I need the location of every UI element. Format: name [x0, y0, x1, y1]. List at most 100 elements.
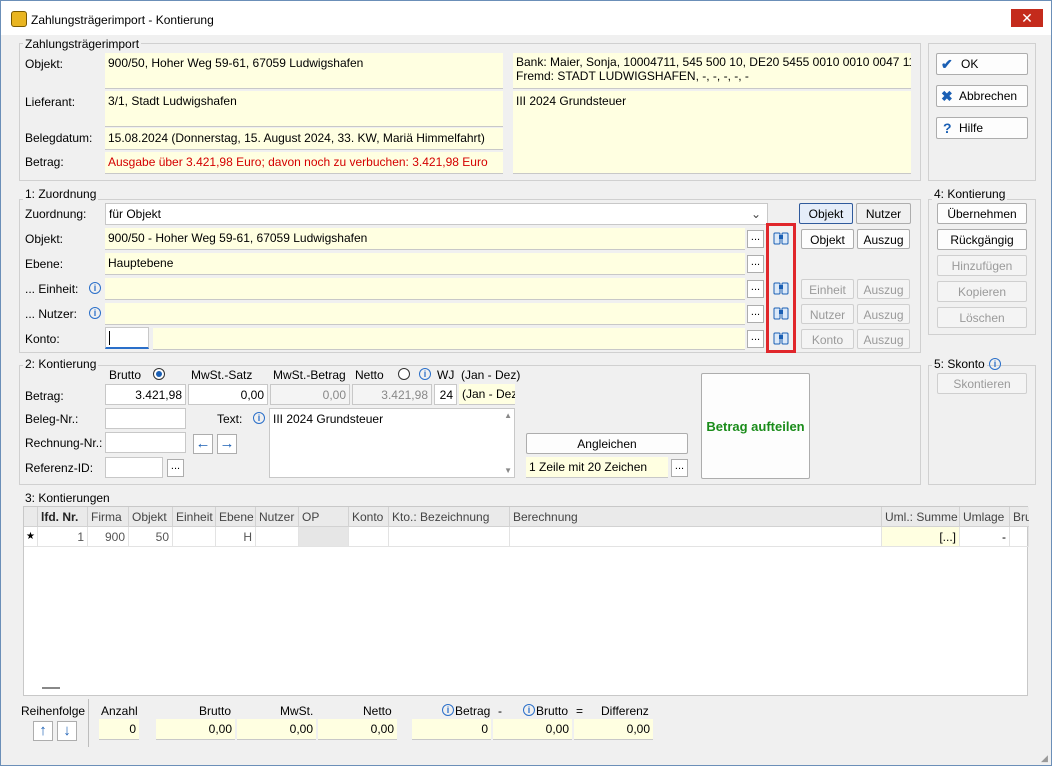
rueckgaengig-button[interactable]: Rückgängig: [937, 229, 1027, 250]
mwst-satz-input[interactable]: 0,00: [188, 384, 268, 405]
loeschen-button[interactable]: Löschen: [937, 307, 1027, 328]
referenz-id-label: Referenz-ID:: [25, 461, 94, 475]
zeilen-browse-button[interactable]: ...: [671, 459, 688, 477]
angleichen-button[interactable]: Angleichen: [526, 433, 688, 454]
brutto-radio[interactable]: [153, 368, 165, 380]
text-info-icon[interactable]: i: [253, 412, 265, 424]
konto-button[interactable]: Konto: [801, 329, 854, 349]
table-cell[interactable]: [349, 527, 389, 547]
table-cell[interactable]: [...]: [882, 527, 960, 547]
konto-number-input[interactable]: [105, 327, 149, 349]
konto-auszug-button[interactable]: Auszug: [857, 329, 910, 349]
objekt-field[interactable]: 900/50 - Hoher Weg 59-61, 67059 Ludwigsh…: [105, 228, 745, 250]
rechnung-nr-input[interactable]: [105, 432, 186, 453]
mwst-betrag-input[interactable]: 0,00: [270, 384, 350, 405]
col-berechnung[interactable]: Berechnung: [510, 507, 882, 527]
scroll-up-icon[interactable]: ▲: [504, 411, 512, 420]
einheit-auszug-button[interactable]: Auszug: [857, 279, 910, 299]
nutzer-info-icon[interactable]: i: [89, 307, 101, 319]
referenz-browse-button[interactable]: ...: [167, 459, 184, 477]
abbrechen-button[interactable]: ✖ Abbrechen: [936, 85, 1028, 107]
col-kto-bezeichnung[interactable]: Kto.: Bezeichnung: [389, 507, 510, 527]
splitter-handle[interactable]: [42, 687, 60, 689]
betrag-aufteilen-button[interactable]: Betrag aufteilen: [701, 373, 810, 479]
kontierungen-group-label: 3: Kontierungen: [23, 491, 112, 505]
scroll-down-icon[interactable]: ▼: [504, 466, 512, 475]
uebernehmen-button[interactable]: Übernehmen: [937, 203, 1027, 224]
col-uml-summe[interactable]: Uml.: Summe: [882, 507, 960, 527]
arrow-left-icon[interactable]: ←: [193, 434, 213, 454]
netto-radio[interactable]: [398, 368, 410, 380]
hilfe-button[interactable]: ? Hilfe: [936, 117, 1028, 139]
ok-button[interactable]: ✔ OK: [936, 53, 1028, 75]
skonto-info-icon[interactable]: i: [989, 358, 1001, 370]
table-cell[interactable]: [299, 527, 349, 547]
ebene-field[interactable]: Hauptebene: [105, 253, 745, 275]
beleg-nr-input[interactable]: [105, 408, 186, 429]
col-op[interactable]: OP: [299, 507, 349, 527]
col-bru[interactable]: Bru: [1010, 507, 1029, 527]
tab-nutzer[interactable]: Nutzer: [856, 203, 911, 224]
col-firma[interactable]: Firma: [88, 507, 129, 527]
col-umlage[interactable]: Umlage: [960, 507, 1010, 527]
zuordnung-group-label: 1: Zuordnung: [23, 187, 99, 201]
import-group-label: Zahlungsträgerimport: [23, 37, 142, 51]
brutto-input[interactable]: 3.421,98: [105, 384, 186, 405]
table-cell[interactable]: 1: [38, 527, 88, 547]
table-cell[interactable]: [1010, 527, 1029, 547]
col-lfd-nr[interactable]: lfd. Nr.: [38, 507, 88, 527]
skonto-group-label: 5: Skonto: [932, 357, 987, 371]
nutzer-button[interactable]: Nutzer: [801, 304, 854, 324]
arrow-up-icon[interactable]: ↑: [33, 721, 53, 741]
wj-info-icon[interactable]: i: [419, 368, 431, 380]
resize-grip-icon[interactable]: ◢: [1041, 753, 1048, 764]
wj-input[interactable]: 24: [434, 384, 457, 405]
konto-label: Konto:: [25, 332, 60, 346]
kontierung-group-label: 2: Kontierung: [23, 357, 99, 371]
betrag-info-icon[interactable]: i: [442, 704, 454, 716]
table-cell[interactable]: [510, 527, 882, 547]
col-ebene[interactable]: Ebene: [216, 507, 256, 527]
skontieren-button[interactable]: Skontieren: [937, 373, 1027, 394]
hinzufuegen-button[interactable]: Hinzufügen: [937, 255, 1027, 276]
nutzer-field[interactable]: [105, 303, 745, 325]
nutzer-auszug-button[interactable]: Auszug: [857, 304, 910, 324]
konto-browse-button[interactable]: ...: [747, 330, 764, 348]
col-einheit[interactable]: Einheit: [173, 507, 216, 527]
einheit-button[interactable]: Einheit: [801, 279, 854, 299]
close-button[interactable]: ✕: [1011, 9, 1043, 27]
minus-sign: -: [498, 704, 502, 718]
objekt-button[interactable]: Objekt: [801, 229, 854, 249]
table-cell[interactable]: [256, 527, 299, 547]
einheit-browse-button[interactable]: ...: [747, 280, 764, 298]
table-cell[interactable]: H: [216, 527, 256, 547]
objekt-auszug-button[interactable]: Auszug: [857, 229, 910, 249]
col-nutzer[interactable]: Nutzer: [256, 507, 299, 527]
bank-line-1: Bank: Maier, Sonja, 10004711, 545 500 10…: [516, 55, 911, 69]
nutzer-browse-button[interactable]: ...: [747, 305, 764, 323]
brutto-info-icon[interactable]: i: [523, 704, 535, 716]
table-cell[interactable]: -: [960, 527, 1010, 547]
table-cell[interactable]: 50: [129, 527, 173, 547]
mwst-betrag-header: MwSt.-Betrag: [273, 368, 346, 382]
text-area[interactable]: III 2024 Grundsteuer ▲ ▼: [269, 408, 515, 478]
konto-bezeichnung-field[interactable]: [153, 328, 745, 350]
ebene-browse-button[interactable]: ...: [747, 255, 764, 273]
kontierungen-grid[interactable]: lfd. Nr. Firma Objekt Einheit Ebene Nutz…: [23, 506, 1029, 696]
table-cell[interactable]: 900: [88, 527, 129, 547]
einheit-info-icon[interactable]: i: [89, 282, 101, 294]
objekt-browse-button[interactable]: ...: [747, 230, 764, 248]
kopieren-button[interactable]: Kopieren: [937, 281, 1027, 302]
arrow-down-icon[interactable]: ↓: [57, 721, 77, 741]
tab-objekt[interactable]: Objekt: [799, 203, 853, 224]
col-objekt[interactable]: Objekt: [129, 507, 173, 527]
table-cell[interactable]: [173, 527, 216, 547]
referenz-id-input[interactable]: [105, 457, 163, 478]
zuordnung-select[interactable]: für Objekt ⌄: [105, 203, 768, 225]
table-cell[interactable]: [389, 527, 510, 547]
col-konto[interactable]: Konto: [349, 507, 389, 527]
brutto-header: Brutto: [109, 368, 142, 382]
einheit-field[interactable]: [105, 278, 745, 300]
arrow-right-icon[interactable]: →: [217, 434, 237, 454]
netto-input[interactable]: 3.421,98: [352, 384, 432, 405]
